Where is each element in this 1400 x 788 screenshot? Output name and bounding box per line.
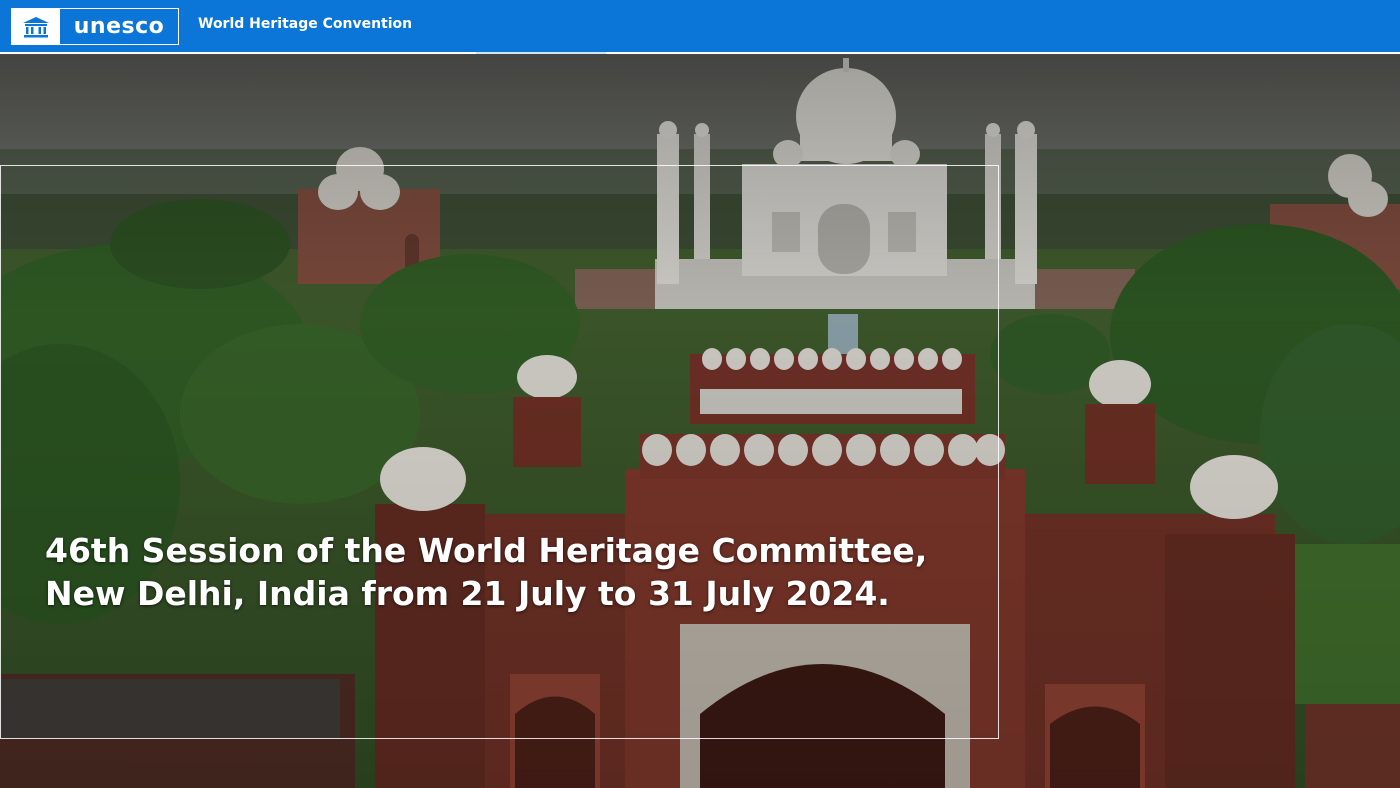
headline-frame [0,165,999,739]
unesco-temple-icon [12,9,60,44]
site-title-link[interactable]: World Heritage Convention [198,16,412,32]
hero-headline[interactable]: 46th Session of the World Heritage Commi… [45,529,965,615]
unesco-logo-link[interactable]: unesco [11,8,179,45]
hero-banner[interactable]: 46th Session of the World Heritage Commi… [0,54,1400,788]
unesco-wordmark: unesco [73,14,165,39]
site-header: unesco World Heritage Convention [0,0,1400,54]
